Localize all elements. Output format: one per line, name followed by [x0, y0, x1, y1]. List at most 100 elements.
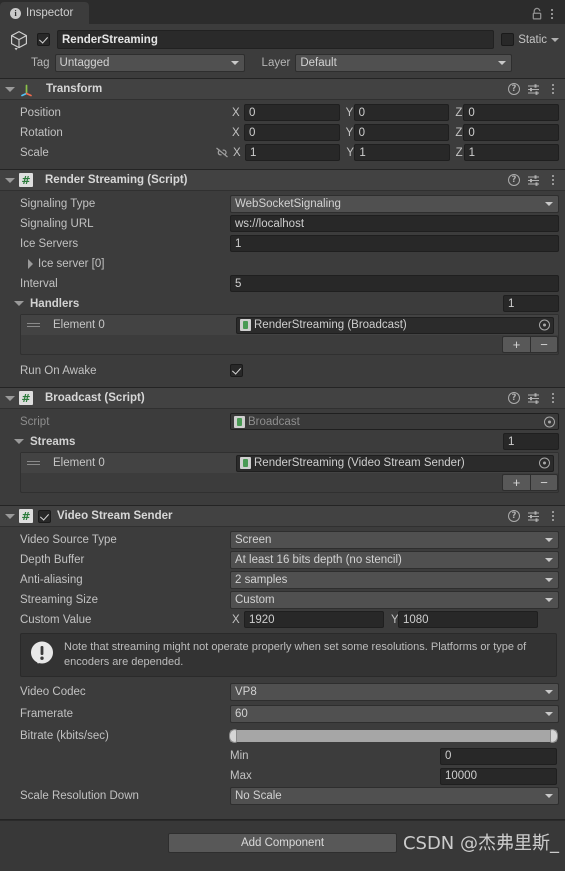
depth-buffer-dropdown[interactable]: At least 16 bits depth (no stencil) — [230, 550, 559, 569]
transform-icon — [19, 82, 34, 97]
gameobject-name-field[interactable]: RenderStreaming — [57, 30, 495, 49]
ice-servers-size-input[interactable]: 1 — [230, 235, 559, 252]
kebab-menu-icon[interactable] — [547, 82, 559, 96]
add-component-button[interactable]: Add Component — [168, 832, 397, 853]
remove-handler-button[interactable]: − — [530, 336, 558, 353]
streams-element-0-object-field[interactable]: RenderStreaming (Video Stream Sender) — [236, 454, 554, 472]
foldout-arrow-icon[interactable] — [5, 513, 15, 519]
tab-inspector[interactable]: i Inspector — [0, 2, 90, 24]
interval-input[interactable]: 5 — [230, 275, 559, 292]
framerate-dropdown[interactable]: 60 — [230, 705, 559, 724]
kebab-menu-icon[interactable] — [547, 173, 559, 187]
rotation-z-input[interactable]: 0 — [463, 124, 560, 141]
list-item[interactable]: Element 0 RenderStreaming (Broadcast) — [21, 315, 558, 335]
video-source-type-dropdown[interactable]: Screen — [230, 530, 559, 549]
position-z-input[interactable]: 0 — [463, 104, 560, 121]
signaling-type-dropdown[interactable]: WebSocketSignaling — [230, 194, 559, 213]
render-streaming-title: Render Streaming (Script) — [45, 174, 188, 186]
foldout-arrow-icon[interactable] — [5, 86, 15, 92]
axis-x-label: X — [232, 613, 240, 626]
ice-server-item-row[interactable]: Ice server [0] — [6, 254, 559, 273]
bitrate-max-label: Max — [230, 770, 252, 783]
streaming-size-dropdown[interactable]: Custom — [230, 590, 559, 609]
constrain-proportions-icon[interactable] — [214, 146, 230, 159]
foldout-arrow-icon[interactable] — [14, 439, 24, 444]
bitrate-max-input[interactable]: 10000 — [440, 767, 557, 785]
streams-size-input[interactable]: 1 — [503, 433, 559, 450]
kebab-menu-icon[interactable] — [546, 7, 558, 21]
layer-label: Layer — [261, 57, 291, 69]
object-picker-icon[interactable] — [539, 457, 550, 469]
handlers-array-box: Element 0 RenderStreaming (Broadcast) + … — [20, 314, 559, 355]
scale-resolution-down-row: Scale Resolution Down No Scale — [6, 787, 559, 806]
kebab-menu-icon[interactable] — [547, 509, 559, 523]
inspector-footer: Add Component — [0, 819, 565, 863]
transform-title: Transform — [46, 83, 103, 95]
remove-stream-button[interactable]: − — [530, 474, 558, 491]
render-streaming-body: Signaling Type WebSocketSignaling Signal… — [0, 191, 565, 387]
streams-array-header[interactable]: Streams 1 — [6, 432, 559, 451]
gameobject-enabled-checkbox[interactable] — [37, 33, 50, 46]
streams-label: Streams — [30, 435, 76, 448]
help-icon[interactable]: ? — [508, 392, 520, 404]
transform-header[interactable]: Transform ? — [0, 79, 565, 100]
custom-value-y-input[interactable]: 1080 — [398, 611, 538, 628]
run-on-awake-checkbox[interactable] — [230, 364, 243, 377]
list-item[interactable]: Element 0 RenderStreaming (Video Stream … — [21, 453, 558, 473]
add-stream-button[interactable]: + — [502, 474, 530, 491]
tag-dropdown[interactable]: Untagged — [54, 54, 245, 72]
bitrate-min-handle[interactable] — [229, 729, 237, 744]
position-y-input[interactable]: 0 — [353, 104, 450, 121]
bitrate-row: Bitrate (kbits/sec) — [6, 727, 559, 746]
drag-handle-icon[interactable] — [27, 323, 40, 327]
scale-resolution-down-dropdown[interactable]: No Scale — [230, 787, 559, 806]
scale-z-input[interactable]: 1 — [463, 144, 559, 161]
preset-icon[interactable] — [527, 510, 540, 522]
foldout-arrow-icon[interactable] — [5, 177, 15, 183]
custom-value-x-input[interactable]: 1920 — [244, 611, 384, 628]
scale-y-input[interactable]: 1 — [354, 144, 450, 161]
kebab-menu-icon[interactable] — [547, 391, 559, 405]
scale-x-input[interactable]: 1 — [245, 144, 341, 161]
help-icon[interactable]: ? — [508, 510, 520, 522]
object-picker-icon[interactable] — [539, 319, 550, 331]
drag-handle-icon[interactable] — [27, 461, 40, 465]
foldout-arrow-icon[interactable] — [5, 395, 15, 401]
rotation-x-input[interactable]: 0 — [244, 124, 340, 141]
handlers-array-header[interactable]: Handlers 1 — [6, 294, 559, 313]
ice-server-item-label: Ice server [0] — [38, 257, 105, 270]
video-stream-sender-header[interactable]: # Video Stream Sender ? — [0, 506, 565, 527]
static-toggle-group: Static — [501, 33, 559, 46]
bitrate-max-handle[interactable] — [550, 729, 558, 744]
render-streaming-header[interactable]: # Render Streaming (Script) ? — [0, 170, 565, 191]
rotation-y-input[interactable]: 0 — [353, 124, 450, 141]
preset-icon[interactable] — [527, 392, 540, 404]
bitrate-min-input[interactable]: 0 — [440, 747, 557, 765]
signaling-url-input[interactable]: ws://localhost — [230, 215, 559, 232]
video-codec-dropdown[interactable]: VP8 — [230, 683, 559, 702]
preset-icon[interactable] — [527, 174, 540, 186]
bitrate-min-label: Min — [230, 750, 249, 763]
layer-dropdown[interactable]: Default — [295, 54, 513, 72]
script-asset-icon — [234, 415, 245, 428]
static-dropdown-caret-icon[interactable] — [551, 37, 559, 42]
bitrate-range-slider[interactable] — [229, 729, 558, 744]
lock-icon[interactable] — [530, 7, 544, 21]
foldout-arrow-icon[interactable] — [28, 258, 33, 269]
help-icon[interactable]: ? — [508, 83, 520, 95]
preset-icon[interactable] — [527, 83, 540, 95]
axis-x-label: X — [233, 146, 241, 159]
handlers-element-0-object-field[interactable]: RenderStreaming (Broadcast) — [236, 316, 554, 334]
anti-aliasing-dropdown[interactable]: 2 samples — [230, 570, 559, 589]
handlers-size-input[interactable]: 1 — [503, 295, 559, 312]
broadcast-header[interactable]: # Broadcast (Script) ? — [0, 388, 565, 409]
bitrate-min-row: Min 0 — [6, 747, 559, 766]
add-handler-button[interactable]: + — [502, 336, 530, 353]
position-x-input[interactable]: 0 — [244, 104, 340, 121]
depth-buffer-label: Depth Buffer — [20, 553, 85, 566]
broadcast-body: Script Broadcast Streams 1 Element 0 Ren… — [0, 409, 565, 505]
help-icon[interactable]: ? — [508, 174, 520, 186]
foldout-arrow-icon[interactable] — [14, 301, 24, 306]
static-checkbox[interactable] — [501, 33, 515, 46]
video-stream-sender-enabled-checkbox[interactable] — [38, 509, 51, 523]
